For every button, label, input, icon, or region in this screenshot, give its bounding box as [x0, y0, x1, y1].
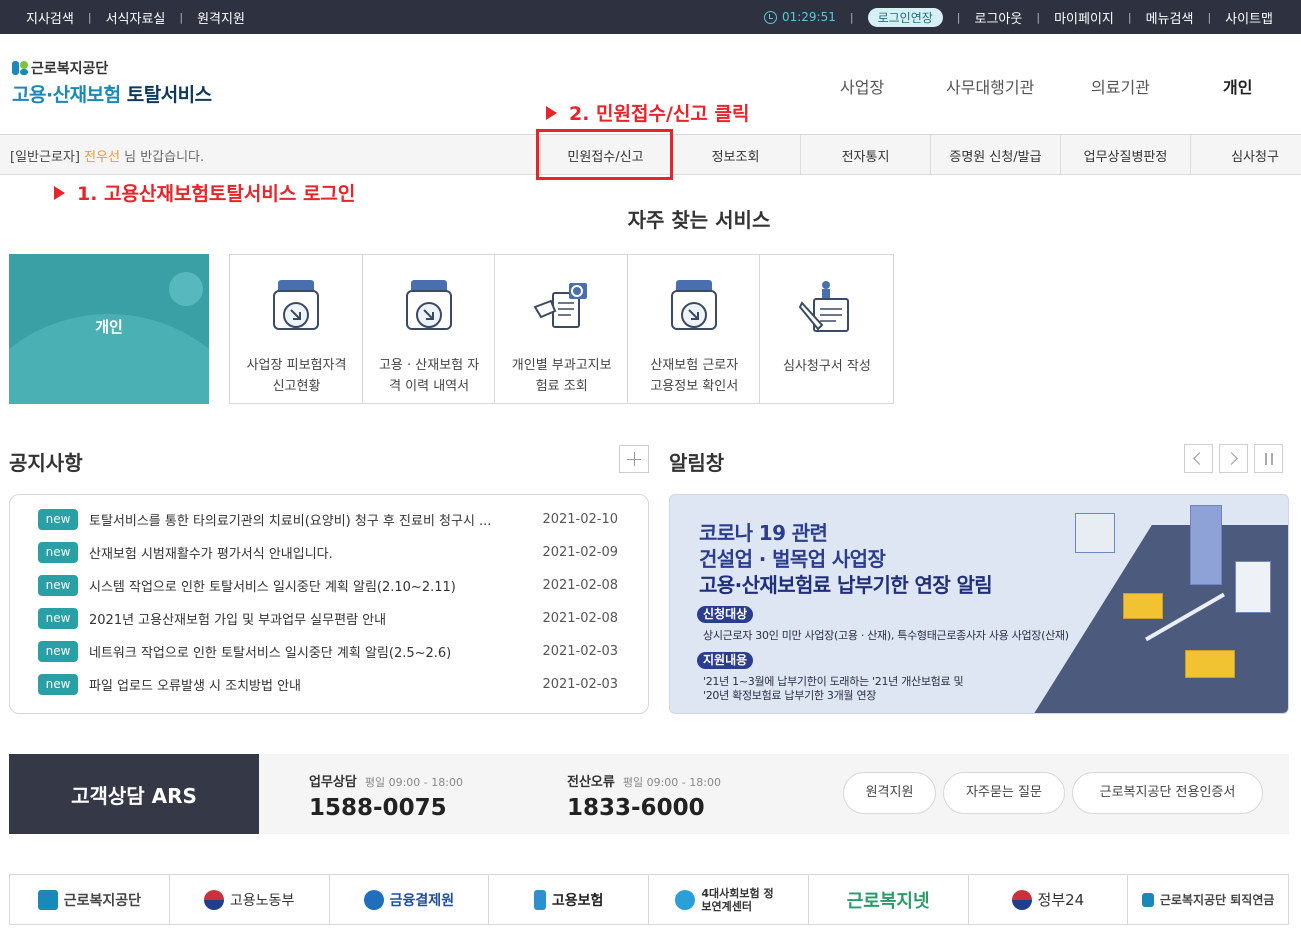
new-badge: new: [38, 574, 78, 596]
error-consult: 전산오류 평일 09:00 - 18:00 1833-6000: [567, 775, 721, 821]
partner-links: 근로복지공단 고용노동부 금융결제원 고용보험 4대사회보험 정보연계센터 근로…: [9, 874, 1289, 925]
submenu-appeal[interactable]: 심사청구: [1190, 135, 1301, 175]
list-item[interactable]: new 산재보험 시범재활수가 평가서식 안내입니다. 2021-02-09: [38, 541, 618, 563]
services-banner-label: 개인: [95, 318, 123, 336]
submenu-e-notice[interactable]: 전자통지: [800, 135, 930, 175]
partner-kftc[interactable]: 금융결제원: [330, 875, 490, 924]
chevron-left-icon: [1193, 452, 1206, 465]
alert-title: 알림창: [669, 451, 725, 475]
service-item[interactable]: 사업장 피보험자격 신고현황: [230, 255, 363, 403]
arrow-right-icon: [546, 105, 557, 120]
service-item[interactable]: 심사청구서 작성: [760, 255, 893, 403]
forms-library-link[interactable]: 서식자료실: [106, 8, 166, 27]
session-timer: 01:29:51: [781, 10, 836, 24]
gnb-medical[interactable]: 의료기관: [1091, 74, 1150, 98]
welcome-message: [일반근로자] 전우선 님 반갑습니다.: [10, 150, 205, 165]
alert-next-button[interactable]: [1219, 444, 1248, 473]
logout-link[interactable]: 로그아웃: [975, 8, 1023, 27]
submenu-disease-judgment[interactable]: 업무상질병판정: [1060, 135, 1190, 175]
sitemap-link[interactable]: 사이트맵: [1225, 8, 1273, 27]
services-grid: 사업장 피보험자격 신고현황 고용 · 산재보험 자격 이력 내역서 개인별 부과…: [229, 254, 894, 404]
arrow-right-icon: [54, 185, 65, 200]
chevron-right-icon: [1225, 452, 1238, 465]
pause-icon: [1265, 453, 1267, 465]
taeguk-logo-icon: [203, 889, 224, 910]
gnb-agency[interactable]: 사무대행기관: [946, 74, 1034, 98]
partner-comwel[interactable]: 근로복지공단: [10, 875, 170, 924]
error-phone-number: 1833-6000: [567, 795, 705, 821]
document-arrow-icon: [405, 280, 452, 330]
notice-title: 공지사항: [9, 451, 83, 475]
branch-search-link[interactable]: 지사검색: [26, 8, 74, 27]
user-name: 전우선: [84, 150, 120, 165]
alert-prev-button[interactable]: [1184, 444, 1213, 473]
customer-center-title: 고객상담 ARS: [9, 754, 259, 834]
document-arrow-icon: [670, 280, 717, 330]
service-item[interactable]: 고용 · 산재보험 자격 이력 내역서: [363, 255, 496, 403]
top-utility-bar: 지사검색 | 서식자료실 | 원격지원 01:29:51 | 로그인연장 | 로…: [0, 0, 1301, 34]
alert-banner[interactable]: 코로나 19 관련 건설업 · 벌목업 사업장 고용·산재보험료 납부기한 연장…: [669, 494, 1289, 714]
work-phone-number: 1588-0075: [309, 795, 447, 821]
notice-more-button[interactable]: [619, 445, 649, 473]
4insure-logo-icon: [675, 889, 696, 910]
partner-ei[interactable]: 고용보험: [489, 875, 649, 924]
kftc-logo-icon: [363, 889, 384, 910]
new-badge: new: [38, 673, 78, 695]
annotation-step1: 1. 고용산재보험토탈서비스 로그인: [54, 179, 355, 206]
alert-pause-button[interactable]: [1254, 444, 1283, 473]
list-item[interactable]: new 네트워크 작업으로 인한 토탈서비스 일시중단 계획 알림(2.5~2.…: [38, 640, 618, 662]
document-search-icon: [533, 283, 588, 328]
list-item[interactable]: new 시스템 작업으로 인한 토탈서비스 일시중단 계획 알림(2.10~2.…: [38, 574, 618, 596]
partner-4insure[interactable]: 4대사회보험 정보연계센터: [649, 875, 809, 924]
document-pen-icon: [799, 281, 850, 332]
certificate-button[interactable]: 근로복지공단 전용인증서: [1072, 772, 1263, 814]
new-badge: new: [38, 640, 78, 662]
clock-icon: [763, 10, 777, 24]
highlight-box: [536, 129, 673, 180]
annotation-step2: 2. 민원접수/신고 클릭: [546, 99, 749, 126]
services-banner: 개인: [9, 254, 209, 404]
gnb-individual[interactable]: 개인: [1223, 74, 1252, 98]
login-extend-button[interactable]: 로그인연장: [867, 7, 943, 27]
new-badge: new: [38, 607, 78, 629]
service-item[interactable]: 산재보험 근로자 고용정보 확인서: [628, 255, 761, 403]
ei-logo-icon: [533, 889, 546, 910]
document-arrow-icon: [273, 280, 319, 330]
list-item[interactable]: new 2021년 고용산재보험 가입 및 부과업무 실무편람 안내 2021-…: [38, 607, 618, 629]
remote-support-link[interactable]: 원격지원: [197, 8, 245, 27]
notice-list: new 토탈서비스를 통한 타의료기관의 치료비(요양비) 청구 후 진료비 청…: [9, 494, 649, 714]
taeguk-logo-icon: [1011, 889, 1032, 910]
partner-welfare-net[interactable]: 근로복지넷: [809, 875, 969, 924]
gnb-business[interactable]: 사업장: [840, 74, 884, 98]
menu-search-link[interactable]: 메뉴검색: [1146, 8, 1194, 27]
list-item[interactable]: new 파일 업로드 오류발생 시 조치방법 안내 2021-02-03: [38, 673, 618, 695]
list-item[interactable]: new 토탈서비스를 통한 타의료기관의 치료비(요양비) 청구 후 진료비 청…: [38, 508, 618, 530]
new-badge: new: [38, 541, 78, 563]
service-item[interactable]: 개인별 부과고지보 험료 조회: [495, 255, 628, 403]
comwel-logo-icon: [1141, 892, 1154, 907]
services-title: 자주 찾는 서비스: [627, 208, 771, 232]
global-nav: 사업장 사무대행기관 의료기관 개인: [0, 74, 1301, 98]
comwel-logo-icon: [37, 889, 58, 910]
customer-center: 고객상담 ARS 업무상담 평일 09:00 - 18:00 1588-0075 …: [9, 754, 1289, 834]
remote-support-button[interactable]: 원격지원: [843, 772, 936, 814]
work-consult: 업무상담 평일 09:00 - 18:00 1588-0075: [309, 775, 463, 821]
truck-graphic: [1123, 593, 1163, 619]
partner-moel[interactable]: 고용노동부: [170, 875, 330, 924]
faq-button[interactable]: 자주묻는 질문: [943, 772, 1065, 814]
building-graphic: [1190, 505, 1222, 585]
submenu-certificate[interactable]: 증명원 신청/발급: [930, 135, 1060, 175]
mypage-link[interactable]: 마이페이지: [1054, 8, 1114, 27]
submenu-info-lookup[interactable]: 정보조회: [670, 135, 800, 175]
partner-gov24[interactable]: 정부24: [969, 875, 1129, 924]
partner-pension[interactable]: 근로복지공단 퇴직연금: [1128, 875, 1288, 924]
new-badge: new: [38, 508, 78, 530]
